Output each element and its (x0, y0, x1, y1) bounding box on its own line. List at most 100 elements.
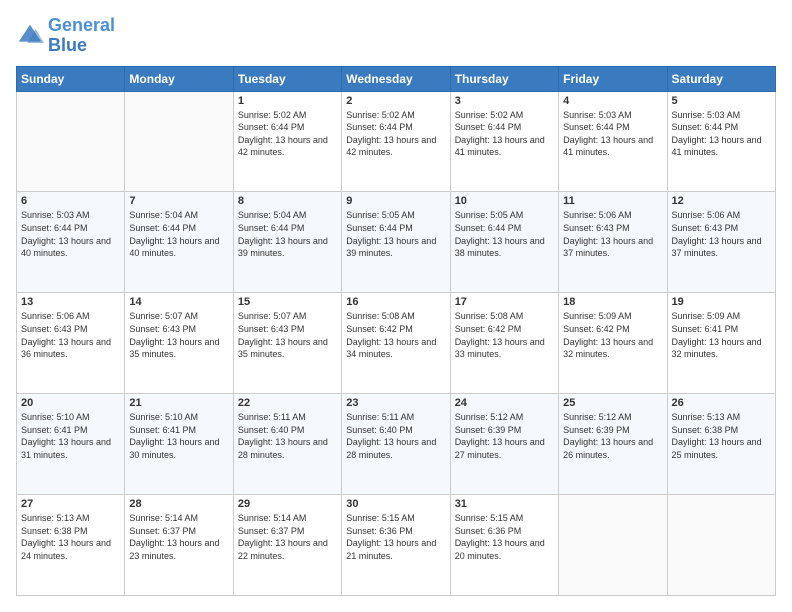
day-info: Sunrise: 5:02 AMSunset: 6:44 PMDaylight:… (346, 109, 445, 159)
day-number: 8 (238, 195, 337, 207)
day-info: Sunrise: 5:02 AMSunset: 6:44 PMDaylight:… (455, 109, 554, 159)
day-info: Sunrise: 5:05 AMSunset: 6:44 PMDaylight:… (455, 209, 554, 259)
header: General Blue (16, 16, 776, 56)
day-header-friday: Friday (559, 66, 667, 91)
calendar-cell: 30 Sunrise: 5:15 AMSunset: 6:36 PMDayligh… (342, 495, 450, 596)
day-info: Sunrise: 5:08 AMSunset: 6:42 PMDaylight:… (455, 310, 554, 360)
day-number: 24 (455, 397, 554, 409)
calendar-cell: 12Sunrise: 5:06 AMSunset: 6:43 PMDayligh… (667, 192, 775, 293)
day-info: Sunrise: 5:11 AMSunset: 6:40 PMDaylight:… (346, 411, 445, 461)
day-info: Sunrise: 5:02 AMSunset: 6:44 PMDaylight:… (238, 109, 337, 159)
calendar-cell: 13Sunrise: 5:06 AMSunset: 6:43 PMDayligh… (17, 293, 125, 394)
day-info: Sunrise: 5:09 AMSunset: 6:41 PMDaylight:… (672, 310, 771, 360)
week-row: 1 Sunrise: 5:02 AMSunset: 6:44 PMDaylight… (17, 91, 776, 192)
calendar-header-row: SundayMondayTuesdayWednesdayThursdayFrid… (17, 66, 776, 91)
calendar-cell: 20 Sunrise: 5:10 AMSunset: 6:41 PMDayligh… (17, 394, 125, 495)
day-info: Sunrise: 5:07 AMSunset: 6:43 PMDaylight:… (129, 310, 228, 360)
calendar-cell: 31Sunrise: 5:15 AMSunset: 6:36 PMDayligh… (450, 495, 558, 596)
day-header-thursday: Thursday (450, 66, 558, 91)
day-number: 17 (455, 296, 554, 308)
day-number: 15 (238, 296, 337, 308)
day-number: 9 (346, 195, 445, 207)
day-info: Sunrise: 5:08 AMSunset: 6:42 PMDaylight:… (346, 310, 445, 360)
day-number: 20 (21, 397, 120, 409)
day-info: Sunrise: 5:03 AMSunset: 6:44 PMDaylight:… (563, 109, 662, 159)
day-info: Sunrise: 5:15 AMSunset: 6:36 PMDaylight:… (346, 512, 445, 562)
calendar-cell: 16 Sunrise: 5:08 AMSunset: 6:42 PMDayligh… (342, 293, 450, 394)
calendar-cell: 23 Sunrise: 5:11 AMSunset: 6:40 PMDayligh… (342, 394, 450, 495)
calendar-cell: 11 Sunrise: 5:06 AMSunset: 6:43 PMDayligh… (559, 192, 667, 293)
week-row: 6 Sunrise: 5:03 AMSunset: 6:44 PMDaylight… (17, 192, 776, 293)
day-number: 29 (238, 498, 337, 510)
day-info: Sunrise: 5:12 AMSunset: 6:39 PMDaylight:… (563, 411, 662, 461)
day-header-tuesday: Tuesday (233, 66, 341, 91)
day-number: 11 (563, 195, 662, 207)
day-number: 6 (21, 195, 120, 207)
day-number: 7 (129, 195, 228, 207)
day-info: Sunrise: 5:06 AMSunset: 6:43 PMDaylight:… (563, 209, 662, 259)
calendar-cell: 19Sunrise: 5:09 AMSunset: 6:41 PMDayligh… (667, 293, 775, 394)
day-info: Sunrise: 5:04 AMSunset: 6:44 PMDaylight:… (238, 209, 337, 259)
day-number: 12 (672, 195, 771, 207)
calendar-cell (667, 495, 775, 596)
calendar-cell: 4 Sunrise: 5:03 AMSunset: 6:44 PMDaylight… (559, 91, 667, 192)
calendar-cell: 18 Sunrise: 5:09 AMSunset: 6:42 PMDayligh… (559, 293, 667, 394)
day-info: Sunrise: 5:03 AMSunset: 6:44 PMDaylight:… (672, 109, 771, 159)
logo-text: General Blue (48, 16, 115, 56)
day-info: Sunrise: 5:10 AMSunset: 6:41 PMDaylight:… (129, 411, 228, 461)
calendar-cell: 26 Sunrise: 5:13 AMSunset: 6:38 PMDayligh… (667, 394, 775, 495)
day-number: 4 (563, 95, 662, 107)
day-info: Sunrise: 5:13 AMSunset: 6:38 PMDaylight:… (672, 411, 771, 461)
week-row: 13Sunrise: 5:06 AMSunset: 6:43 PMDayligh… (17, 293, 776, 394)
day-number: 1 (238, 95, 337, 107)
calendar-cell: 25 Sunrise: 5:12 AMSunset: 6:39 PMDayligh… (559, 394, 667, 495)
day-number: 3 (455, 95, 554, 107)
day-number: 30 (346, 498, 445, 510)
day-info: Sunrise: 5:15 AMSunset: 6:36 PMDaylight:… (455, 512, 554, 562)
calendar-cell (17, 91, 125, 192)
day-number: 23 (346, 397, 445, 409)
calendar-cell: 28Sunrise: 5:14 AMSunset: 6:37 PMDayligh… (125, 495, 233, 596)
calendar-cell: 2 Sunrise: 5:02 AMSunset: 6:44 PMDaylight… (342, 91, 450, 192)
calendar-cell: 14 Sunrise: 5:07 AMSunset: 6:43 PMDayligh… (125, 293, 233, 394)
calendar-cell: 7 Sunrise: 5:04 AMSunset: 6:44 PMDaylight… (125, 192, 233, 293)
calendar-cell: 9 Sunrise: 5:05 AMSunset: 6:44 PMDaylight… (342, 192, 450, 293)
day-header-monday: Monday (125, 66, 233, 91)
calendar-cell (125, 91, 233, 192)
day-info: Sunrise: 5:14 AMSunset: 6:37 PMDaylight:… (238, 512, 337, 562)
calendar-cell: 5Sunrise: 5:03 AMSunset: 6:44 PMDaylight… (667, 91, 775, 192)
calendar-cell: 22 Sunrise: 5:11 AMSunset: 6:40 PMDayligh… (233, 394, 341, 495)
day-number: 14 (129, 296, 228, 308)
day-header-wednesday: Wednesday (342, 66, 450, 91)
day-info: Sunrise: 5:04 AMSunset: 6:44 PMDaylight:… (129, 209, 228, 259)
logo: General Blue (16, 16, 115, 56)
day-info: Sunrise: 5:12 AMSunset: 6:39 PMDaylight:… (455, 411, 554, 461)
day-info: Sunrise: 5:05 AMSunset: 6:44 PMDaylight:… (346, 209, 445, 259)
day-info: Sunrise: 5:14 AMSunset: 6:37 PMDaylight:… (129, 512, 228, 562)
calendar-cell: 1 Sunrise: 5:02 AMSunset: 6:44 PMDaylight… (233, 91, 341, 192)
calendar-cell: 3 Sunrise: 5:02 AMSunset: 6:44 PMDaylight… (450, 91, 558, 192)
page: General Blue SundayMondayTuesdayWednesda… (0, 0, 792, 612)
calendar: SundayMondayTuesdayWednesdayThursdayFrid… (16, 66, 776, 596)
day-number: 21 (129, 397, 228, 409)
week-row: 27Sunrise: 5:13 AMSunset: 6:38 PMDayligh… (17, 495, 776, 596)
day-info: Sunrise: 5:11 AMSunset: 6:40 PMDaylight:… (238, 411, 337, 461)
day-number: 18 (563, 296, 662, 308)
day-info: Sunrise: 5:10 AMSunset: 6:41 PMDaylight:… (21, 411, 120, 461)
week-row: 20 Sunrise: 5:10 AMSunset: 6:41 PMDayligh… (17, 394, 776, 495)
day-number: 2 (346, 95, 445, 107)
day-number: 25 (563, 397, 662, 409)
day-info: Sunrise: 5:03 AMSunset: 6:44 PMDaylight:… (21, 209, 120, 259)
day-info: Sunrise: 5:09 AMSunset: 6:42 PMDaylight:… (563, 310, 662, 360)
calendar-cell: 15Sunrise: 5:07 AMSunset: 6:43 PMDayligh… (233, 293, 341, 394)
calendar-cell: 29 Sunrise: 5:14 AMSunset: 6:37 PMDayligh… (233, 495, 341, 596)
day-number: 22 (238, 397, 337, 409)
calendar-cell: 10 Sunrise: 5:05 AMSunset: 6:44 PMDayligh… (450, 192, 558, 293)
day-number: 10 (455, 195, 554, 207)
calendar-cell: 24 Sunrise: 5:12 AMSunset: 6:39 PMDayligh… (450, 394, 558, 495)
calendar-cell: 27Sunrise: 5:13 AMSunset: 6:38 PMDayligh… (17, 495, 125, 596)
logo-icon (16, 22, 44, 50)
day-number: 26 (672, 397, 771, 409)
day-number: 16 (346, 296, 445, 308)
day-number: 13 (21, 296, 120, 308)
